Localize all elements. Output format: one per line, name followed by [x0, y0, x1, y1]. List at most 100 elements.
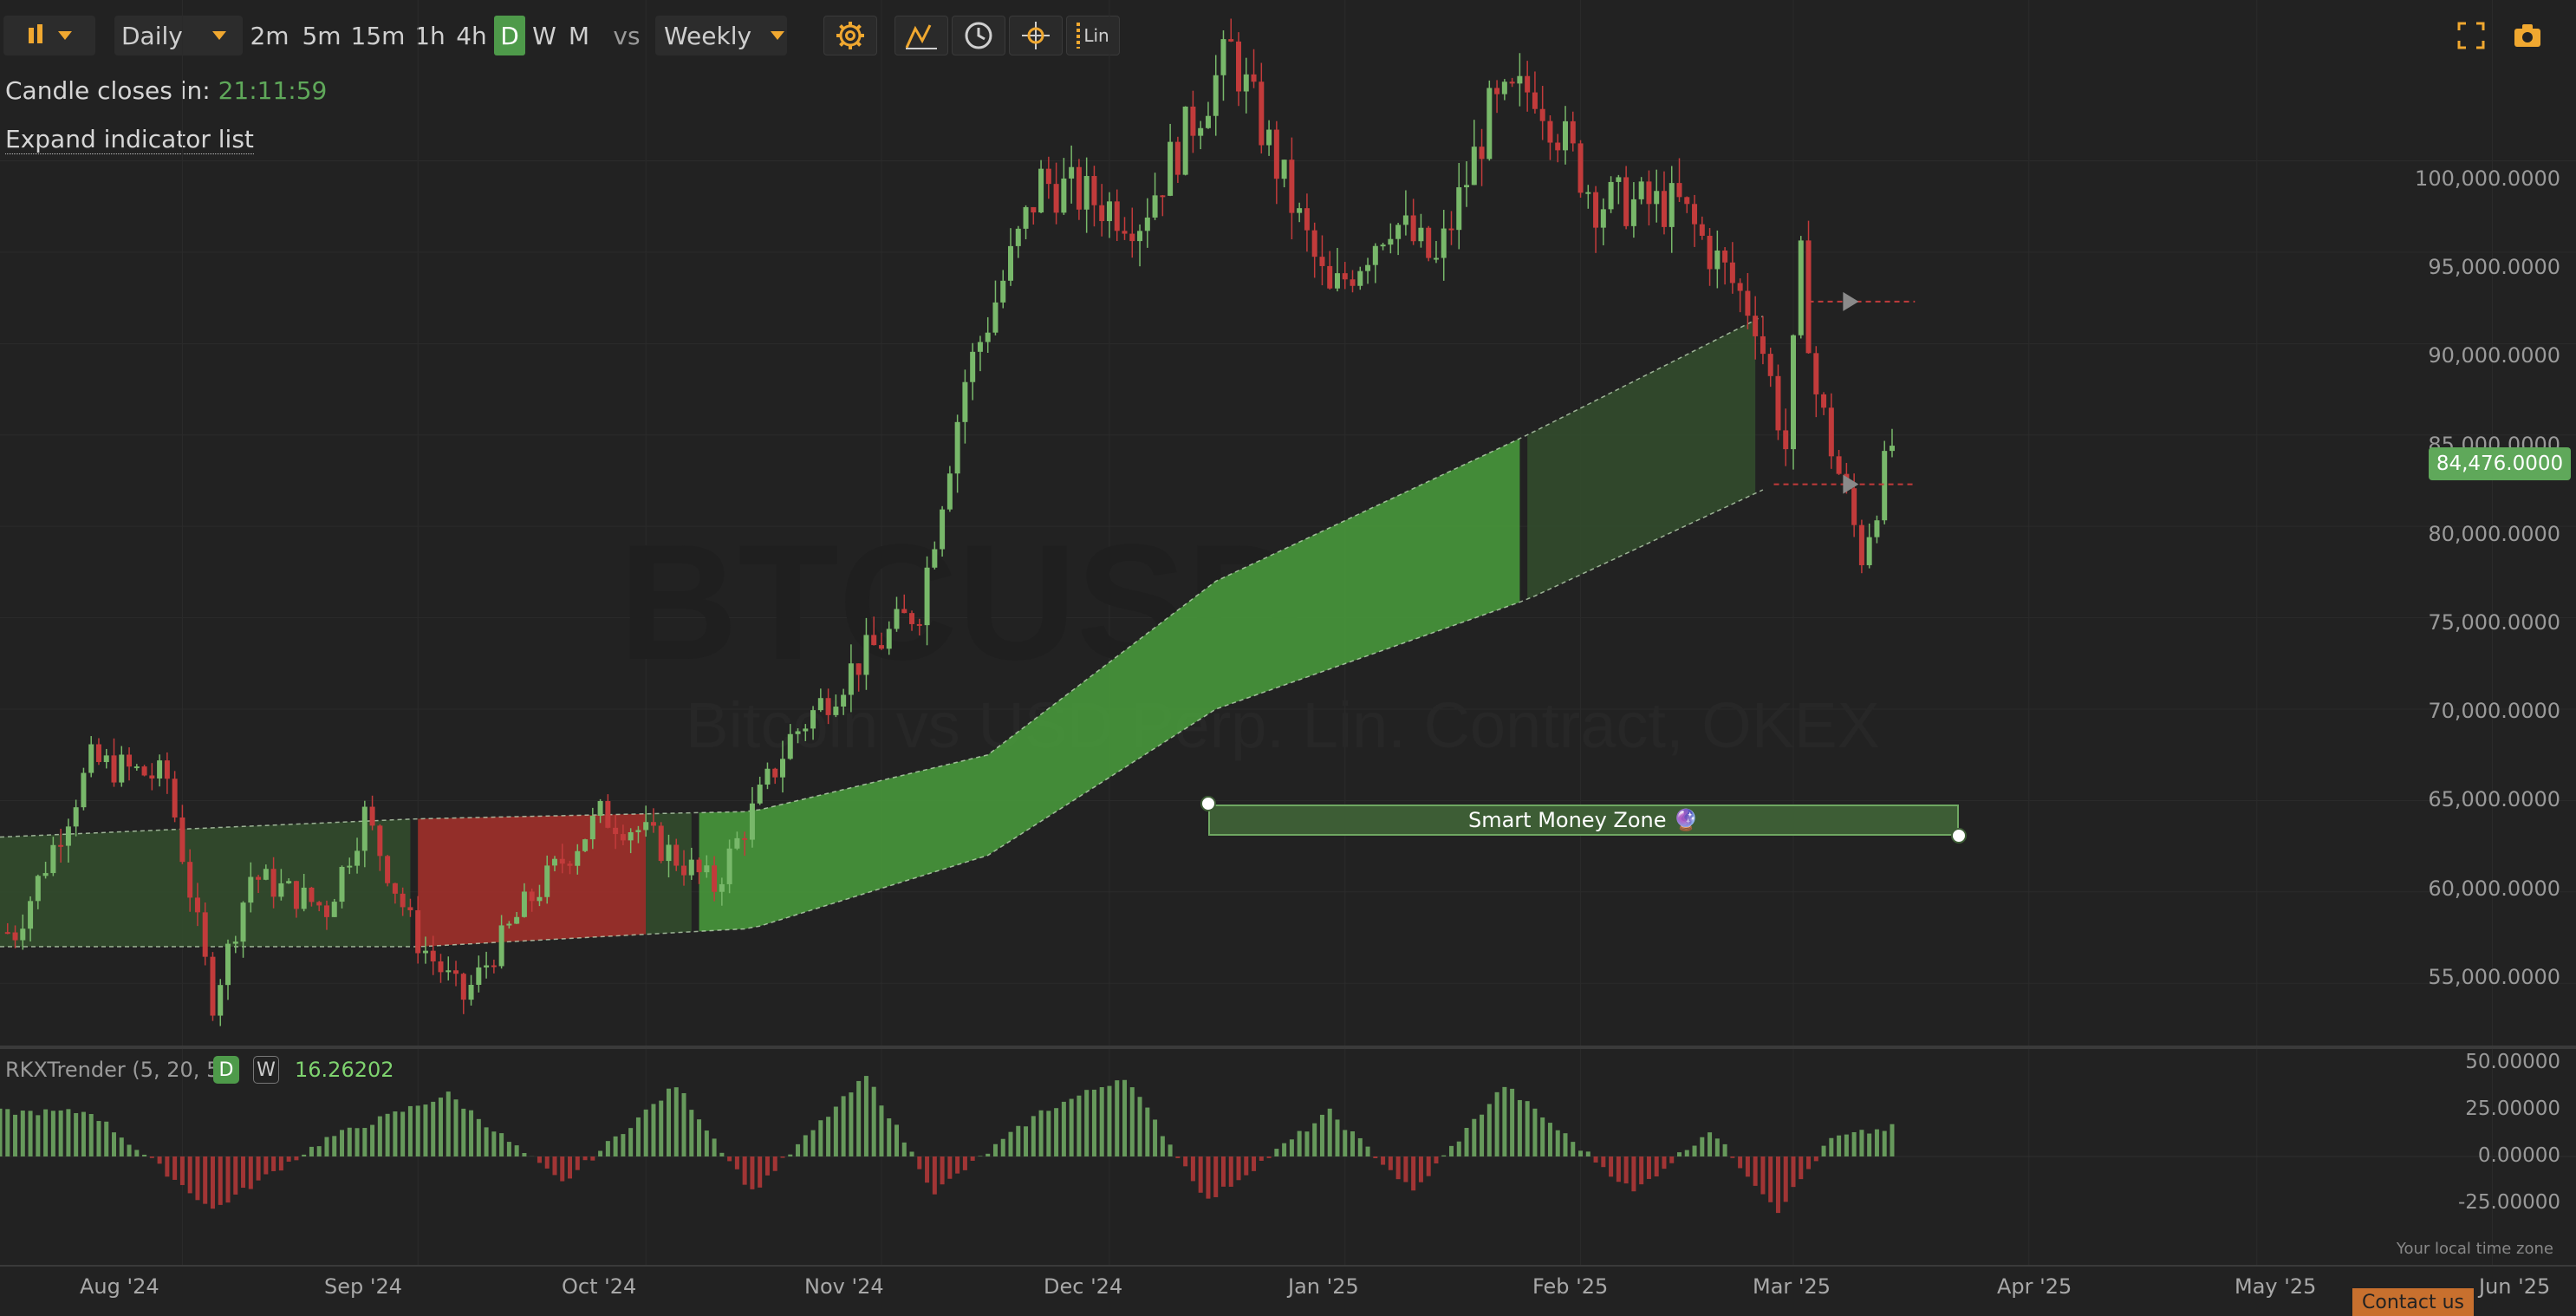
histogram-bar [1343, 1130, 1348, 1156]
histogram-bar [810, 1130, 816, 1156]
candle-body [544, 865, 550, 897]
histogram-bar [1510, 1088, 1515, 1156]
candle [1327, 251, 1333, 290]
candle-body [446, 970, 452, 973]
candle [1646, 170, 1652, 226]
histogram-bar [1000, 1138, 1005, 1156]
histogram-bar [1563, 1133, 1568, 1156]
candle-body [985, 332, 991, 342]
candle [1509, 77, 1515, 88]
candle [658, 822, 664, 863]
histogram-bar [689, 1110, 694, 1156]
candle [210, 952, 216, 1021]
candle-body [567, 863, 573, 866]
histogram-bar [316, 1146, 322, 1156]
histogram-bar [1282, 1143, 1287, 1156]
candle-body [1767, 354, 1773, 376]
annotation-handle-start[interactable] [1200, 796, 1216, 811]
candle-body [1045, 168, 1051, 185]
candle-body [901, 609, 907, 614]
histogram-bar [1639, 1156, 1644, 1185]
candle-body [1243, 74, 1249, 92]
candle-body [1061, 178, 1067, 213]
contact-us-button[interactable]: Contact us [2352, 1288, 2474, 1316]
candle-body [597, 801, 603, 817]
candle-body [1874, 520, 1880, 537]
candle-body [916, 623, 922, 626]
candle [1083, 157, 1090, 233]
histogram-bar [248, 1156, 253, 1189]
histogram-bar [1775, 1156, 1780, 1214]
candle [476, 955, 482, 993]
candle-body [688, 859, 694, 876]
candle-body [833, 707, 839, 715]
candle-body [1562, 121, 1568, 151]
candle [1205, 101, 1211, 129]
candle-body [1669, 183, 1675, 227]
histogram-bar [879, 1105, 884, 1156]
candle-body [309, 887, 315, 902]
smart-money-zone-annotation[interactable]: Smart Money Zone 🔮 [1208, 805, 1959, 836]
candle [453, 961, 459, 987]
histogram-bar [1091, 1089, 1096, 1156]
candle-body [1342, 273, 1348, 280]
candle-body [764, 768, 771, 785]
histogram-bar [1684, 1150, 1689, 1156]
indicator-tf-w[interactable]: W [253, 1056, 279, 1084]
candle [1699, 216, 1705, 240]
candle [1342, 262, 1348, 290]
indicator-tf-d[interactable]: D [213, 1056, 239, 1084]
histogram-bar [742, 1156, 747, 1185]
candle-body [111, 755, 117, 783]
candle-body [256, 876, 262, 880]
histogram-bar [347, 1127, 352, 1156]
candle [1168, 123, 1174, 197]
candle-body [681, 865, 687, 876]
candle-body [1281, 160, 1287, 179]
candle-body [863, 635, 869, 675]
candle [1593, 186, 1599, 253]
histogram-bar [1494, 1091, 1499, 1156]
histogram-bar [134, 1150, 140, 1156]
histogram-bar [1357, 1137, 1363, 1156]
price-tick: 75,000.0000 [2428, 610, 2560, 635]
candle-body [1889, 446, 1895, 452]
histogram-bar [560, 1156, 565, 1182]
histogram-bar [172, 1156, 178, 1180]
candle-body [1304, 208, 1310, 231]
candle-body [1722, 251, 1728, 263]
candle [73, 799, 79, 837]
histogram-bar [1867, 1133, 1872, 1156]
candle-body [81, 772, 87, 808]
histogram-bar [309, 1146, 314, 1156]
candle-body [871, 635, 877, 646]
chart-canvas[interactable]: BTCUSD Bitcoin vs USD Perp. Lin. Contrac… [0, 0, 2576, 1316]
histogram-bar [324, 1137, 329, 1156]
candle-body [1729, 262, 1735, 283]
candle [1311, 222, 1317, 278]
candle-body [787, 733, 793, 759]
histogram-bar [1882, 1130, 1887, 1156]
annotation-handle-end[interactable] [1951, 828, 1967, 844]
timezone-note[interactable]: Your local time zone [2397, 1240, 2553, 1258]
candle [1600, 198, 1606, 245]
candle [1441, 210, 1447, 281]
time-tick: May '25 [2234, 1274, 2317, 1299]
candle-body [635, 830, 641, 832]
time-tick: Dec '24 [1044, 1274, 1123, 1299]
candle-body [886, 629, 892, 649]
histogram-bar [856, 1080, 862, 1156]
candle-body [1525, 75, 1531, 93]
candle [1745, 273, 1751, 329]
candle [1000, 270, 1006, 309]
time-tick: Aug '24 [80, 1274, 159, 1299]
candle-body [1441, 228, 1447, 258]
indicator-name[interactable]: RKXTrender (5, 20, 5) [5, 1058, 228, 1082]
histogram-bar [1373, 1156, 1378, 1158]
candle-body [316, 902, 322, 906]
candle [985, 316, 991, 354]
histogram-bar [1813, 1156, 1818, 1162]
candle-body [1053, 184, 1059, 213]
histogram-bar [1084, 1090, 1090, 1156]
histogram-bar [1236, 1156, 1241, 1181]
